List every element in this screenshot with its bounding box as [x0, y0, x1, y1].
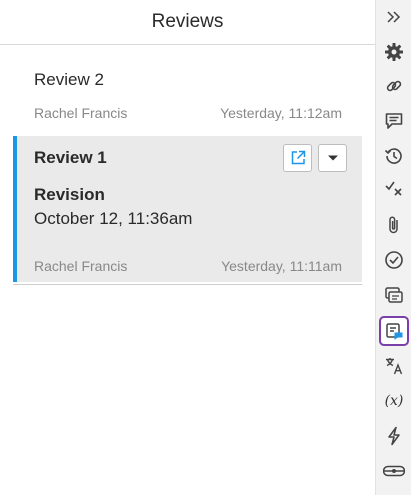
compare-icon	[385, 287, 403, 303]
translate-button[interactable]	[379, 351, 409, 381]
panel-header: Reviews	[0, 0, 375, 45]
comments-button[interactable]	[379, 106, 409, 136]
open-external-button[interactable]	[283, 144, 312, 172]
variables-button[interactable]: (x)	[379, 386, 409, 416]
approvals-button[interactable]	[379, 245, 409, 275]
settings-button[interactable]	[379, 37, 409, 67]
variables-icon: (x)	[384, 393, 404, 409]
collapse-icon	[387, 11, 401, 23]
compare-button[interactable]	[379, 280, 409, 310]
review-item-selected[interactable]: Review 1 Revision October 12, 11:36am Ra…	[13, 136, 362, 282]
reviews-button[interactable]	[379, 316, 409, 346]
automations-button[interactable]	[379, 421, 409, 451]
panel-title: Reviews	[151, 11, 224, 32]
review-time: Yesterday, 11:11am	[221, 258, 342, 274]
track-changes-button[interactable]	[379, 173, 409, 203]
track-changes-icon	[385, 181, 402, 196]
review-author: Rachel Francis	[34, 258, 128, 274]
more-options-button[interactable]	[318, 144, 347, 172]
integrations-icon	[383, 465, 405, 477]
link-button[interactable]	[379, 71, 409, 101]
comment-icon	[385, 113, 403, 129]
link-icon	[386, 80, 402, 92]
review-meta: Rachel Francis Yesterday, 11:12am	[34, 105, 342, 121]
lightning-icon	[388, 426, 400, 446]
revision-date: October 12, 11:36am	[34, 209, 193, 228]
attachments-button[interactable]	[379, 210, 409, 240]
reviews-icon	[386, 323, 403, 340]
review-time: Yesterday, 11:12am	[220, 105, 342, 121]
review-name: Review 2	[34, 70, 104, 89]
caret-down-icon	[327, 155, 338, 161]
open-external-icon	[291, 150, 305, 165]
integrations-button[interactable]	[379, 456, 409, 486]
gear-icon	[385, 43, 403, 61]
check-circle-icon	[385, 251, 403, 269]
review-meta: Rachel Francis Yesterday, 11:11am	[34, 258, 342, 274]
reviews-panel: Reviews Review 2 Rachel Francis Yesterda…	[0, 0, 375, 495]
translate-icon	[386, 358, 403, 375]
history-button[interactable]	[379, 141, 409, 171]
review-item[interactable]: Review 2 Rachel Francis Yesterday, 11:12…	[13, 58, 362, 130]
list-divider	[13, 284, 362, 285]
review-actions	[283, 144, 347, 172]
attachment-icon	[389, 216, 398, 234]
collapse-button[interactable]	[379, 2, 409, 32]
history-icon	[384, 148, 402, 164]
right-toolbar: (x)	[375, 0, 411, 495]
review-author: Rachel Francis	[34, 105, 128, 121]
revision-label: Revision	[34, 185, 105, 204]
